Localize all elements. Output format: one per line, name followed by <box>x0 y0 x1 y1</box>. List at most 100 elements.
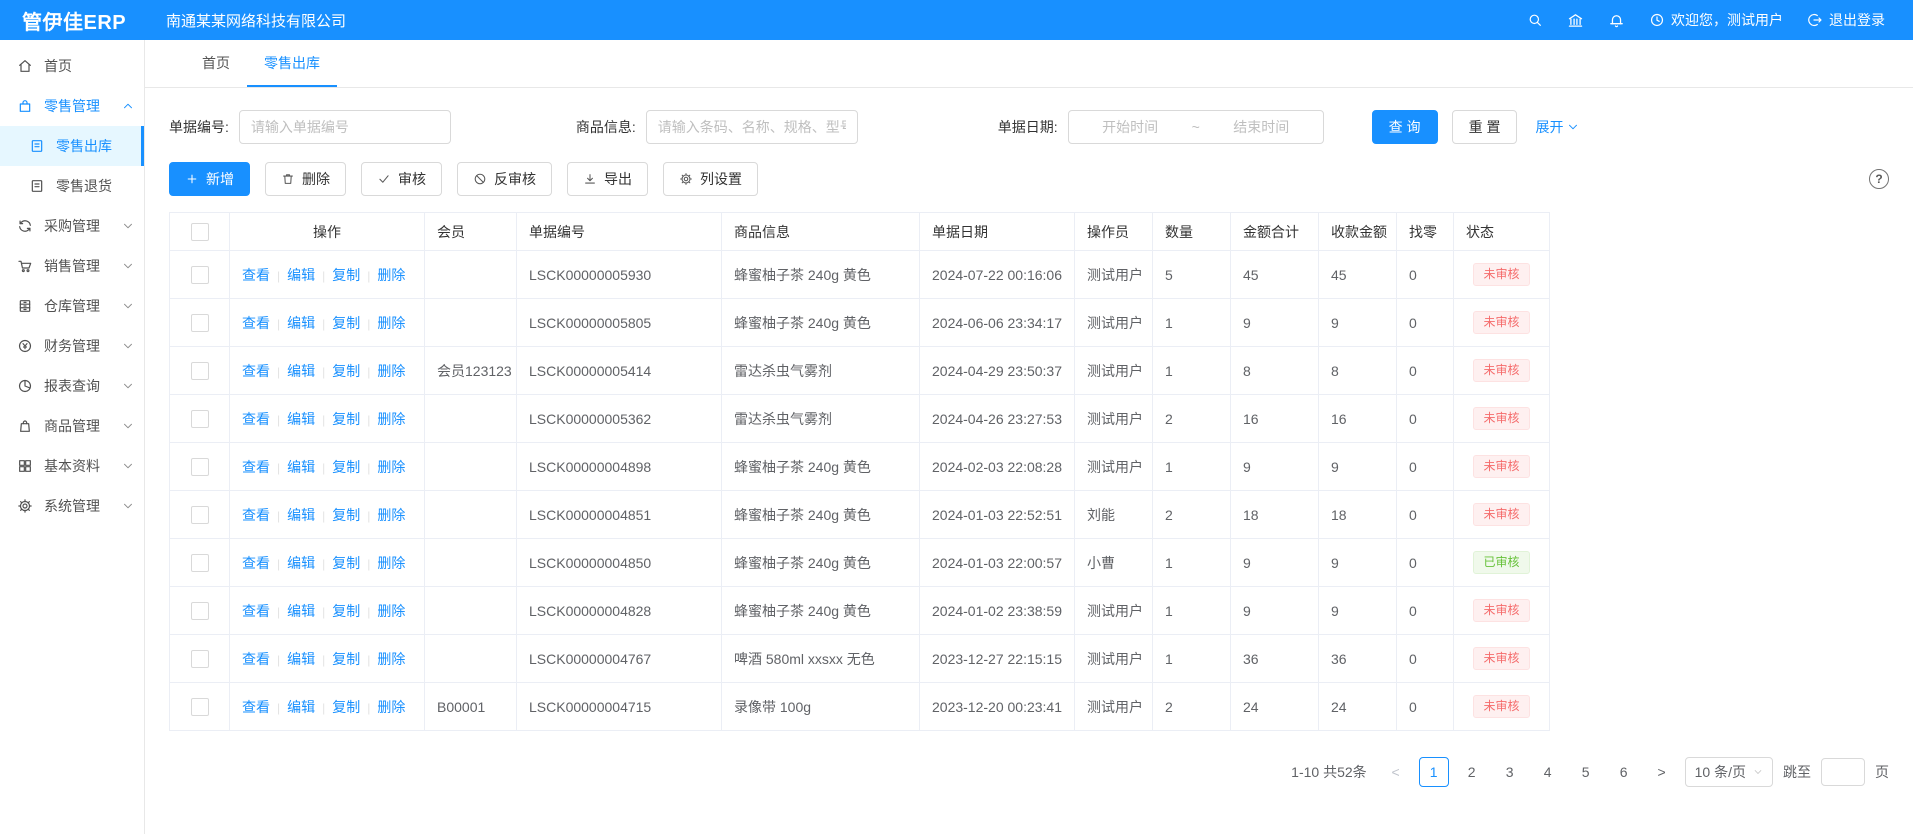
expand-link[interactable]: 展开 <box>1535 117 1579 137</box>
tab-retail-outbound[interactable]: 零售出库 <box>247 40 337 87</box>
logout-button[interactable]: 退出登录 <box>1807 10 1885 30</box>
action-view[interactable]: 查看 <box>242 411 270 427</box>
action-delete[interactable]: 删除 <box>377 651 405 667</box>
action-copy[interactable]: 复制 <box>332 651 360 667</box>
action-edit[interactable]: 编辑 <box>287 267 315 283</box>
jump-page-input[interactable] <box>1821 758 1865 786</box>
sidebar-item-reports[interactable]: 报表查询 <box>0 366 144 406</box>
search-button[interactable]: 查 询 <box>1372 110 1438 144</box>
action-view[interactable]: 查看 <box>242 555 270 571</box>
row-checkbox[interactable] <box>191 554 209 572</box>
bank-icon[interactable] <box>1567 12 1584 29</box>
action-delete[interactable]: 删除 <box>377 507 405 523</box>
unaudit-button[interactable]: 反审核 <box>457 162 552 196</box>
row-checkbox[interactable] <box>191 266 209 284</box>
action-copy[interactable]: 复制 <box>332 555 360 571</box>
action-copy[interactable]: 复制 <box>332 507 360 523</box>
page-button-4[interactable]: 4 <box>1533 757 1563 787</box>
bill-no-input[interactable] <box>239 110 451 144</box>
cell-operator: 测试用户 <box>1075 587 1153 635</box>
date-range-picker[interactable]: 开始时间 ~ 结束时间 <box>1068 110 1324 144</box>
bell-icon[interactable] <box>1608 12 1625 29</box>
row-checkbox[interactable] <box>191 410 209 428</box>
page-button-3[interactable]: 3 <box>1495 757 1525 787</box>
action-edit[interactable]: 编辑 <box>287 363 315 379</box>
sidebar-item-retail[interactable]: 零售管理 <box>0 86 144 126</box>
row-checkbox[interactable] <box>191 602 209 620</box>
row-actions: 查看|编辑|复制|删除 <box>230 491 425 539</box>
sidebar-item-sales[interactable]: 销售管理 <box>0 246 144 286</box>
sidebar-item-goods[interactable]: 商品管理 <box>0 406 144 446</box>
column-settings-button[interactable]: 列设置 <box>663 162 758 196</box>
page-size-select[interactable]: 10 条/页 <box>1685 757 1773 787</box>
action-copy[interactable]: 复制 <box>332 459 360 475</box>
page-button-1[interactable]: 1 <box>1419 757 1449 787</box>
action-copy[interactable]: 复制 <box>332 603 360 619</box>
action-view[interactable]: 查看 <box>242 363 270 379</box>
action-delete[interactable]: 删除 <box>377 315 405 331</box>
sidebar-item-retail-return[interactable]: 零售退货 <box>0 166 144 206</box>
row-checkbox[interactable] <box>191 506 209 524</box>
action-copy[interactable]: 复制 <box>332 699 360 715</box>
sidebar-item-basic[interactable]: 基本资料 <box>0 446 144 486</box>
page-button-2[interactable]: 2 <box>1457 757 1487 787</box>
action-edit[interactable]: 编辑 <box>287 651 315 667</box>
row-checkbox[interactable] <box>191 458 209 476</box>
action-edit[interactable]: 编辑 <box>287 699 315 715</box>
search-icon[interactable] <box>1527 12 1543 28</box>
table-row: 查看|编辑|复制|删除 LSCK00000005930 蜂蜜柚子茶 240g 黄… <box>170 251 1550 299</box>
action-view[interactable]: 查看 <box>242 699 270 715</box>
action-edit[interactable]: 编辑 <box>287 411 315 427</box>
prev-page-button[interactable]: < <box>1383 758 1409 786</box>
action-view[interactable]: 查看 <box>242 603 270 619</box>
export-button[interactable]: 导出 <box>567 162 648 196</box>
row-checkbox[interactable] <box>191 314 209 332</box>
action-delete[interactable]: 删除 <box>377 555 405 571</box>
action-view[interactable]: 查看 <box>242 651 270 667</box>
action-copy[interactable]: 复制 <box>332 411 360 427</box>
row-checkbox[interactable] <box>191 362 209 380</box>
page-button-5[interactable]: 5 <box>1571 757 1601 787</box>
row-checkbox[interactable] <box>191 698 209 716</box>
sidebar-item-home[interactable]: 首页 <box>0 46 144 86</box>
action-delete[interactable]: 删除 <box>377 699 405 715</box>
action-edit[interactable]: 编辑 <box>287 315 315 331</box>
cell-member <box>425 539 517 587</box>
product-input[interactable] <box>646 110 858 144</box>
action-edit[interactable]: 编辑 <box>287 603 315 619</box>
action-delete[interactable]: 删除 <box>377 411 405 427</box>
action-delete[interactable]: 删除 <box>377 363 405 379</box>
action-copy[interactable]: 复制 <box>332 267 360 283</box>
sidebar-item-retail-outbound[interactable]: 零售出库 <box>0 126 144 166</box>
audit-button[interactable]: 审核 <box>361 162 442 196</box>
cell-product: 蜂蜜柚子茶 240g 黄色 <box>722 491 920 539</box>
action-edit[interactable]: 编辑 <box>287 507 315 523</box>
add-button[interactable]: 新增 <box>169 162 250 196</box>
select-all-checkbox[interactable] <box>191 223 209 241</box>
action-view[interactable]: 查看 <box>242 315 270 331</box>
next-page-button[interactable]: > <box>1649 758 1675 786</box>
sidebar-item-system[interactable]: 系统管理 <box>0 486 144 526</box>
action-edit[interactable]: 编辑 <box>287 459 315 475</box>
topbar-right: 欢迎您，测试用户 退出登录 <box>1527 10 1913 30</box>
delete-button[interactable]: 删除 <box>265 162 346 196</box>
row-checkbox[interactable] <box>191 650 209 668</box>
page-button-6[interactable]: 6 <box>1609 757 1639 787</box>
action-delete[interactable]: 删除 <box>377 267 405 283</box>
sidebar-item-purchase[interactable]: 采购管理 <box>0 206 144 246</box>
action-copy[interactable]: 复制 <box>332 315 360 331</box>
action-copy[interactable]: 复制 <box>332 363 360 379</box>
expand-text: 展开 <box>1535 117 1563 137</box>
action-view[interactable]: 查看 <box>242 507 270 523</box>
welcome-user[interactable]: 欢迎您，测试用户 <box>1649 10 1783 30</box>
action-delete[interactable]: 删除 <box>377 603 405 619</box>
reset-button[interactable]: 重 置 <box>1452 110 1518 144</box>
help-icon[interactable]: ? <box>1869 169 1889 189</box>
tab-home[interactable]: 首页 <box>185 40 247 87</box>
action-delete[interactable]: 删除 <box>377 459 405 475</box>
action-edit[interactable]: 编辑 <box>287 555 315 571</box>
action-view[interactable]: 查看 <box>242 267 270 283</box>
sidebar-item-finance[interactable]: 财务管理 <box>0 326 144 366</box>
action-view[interactable]: 查看 <box>242 459 270 475</box>
sidebar-item-warehouse[interactable]: 仓库管理 <box>0 286 144 326</box>
